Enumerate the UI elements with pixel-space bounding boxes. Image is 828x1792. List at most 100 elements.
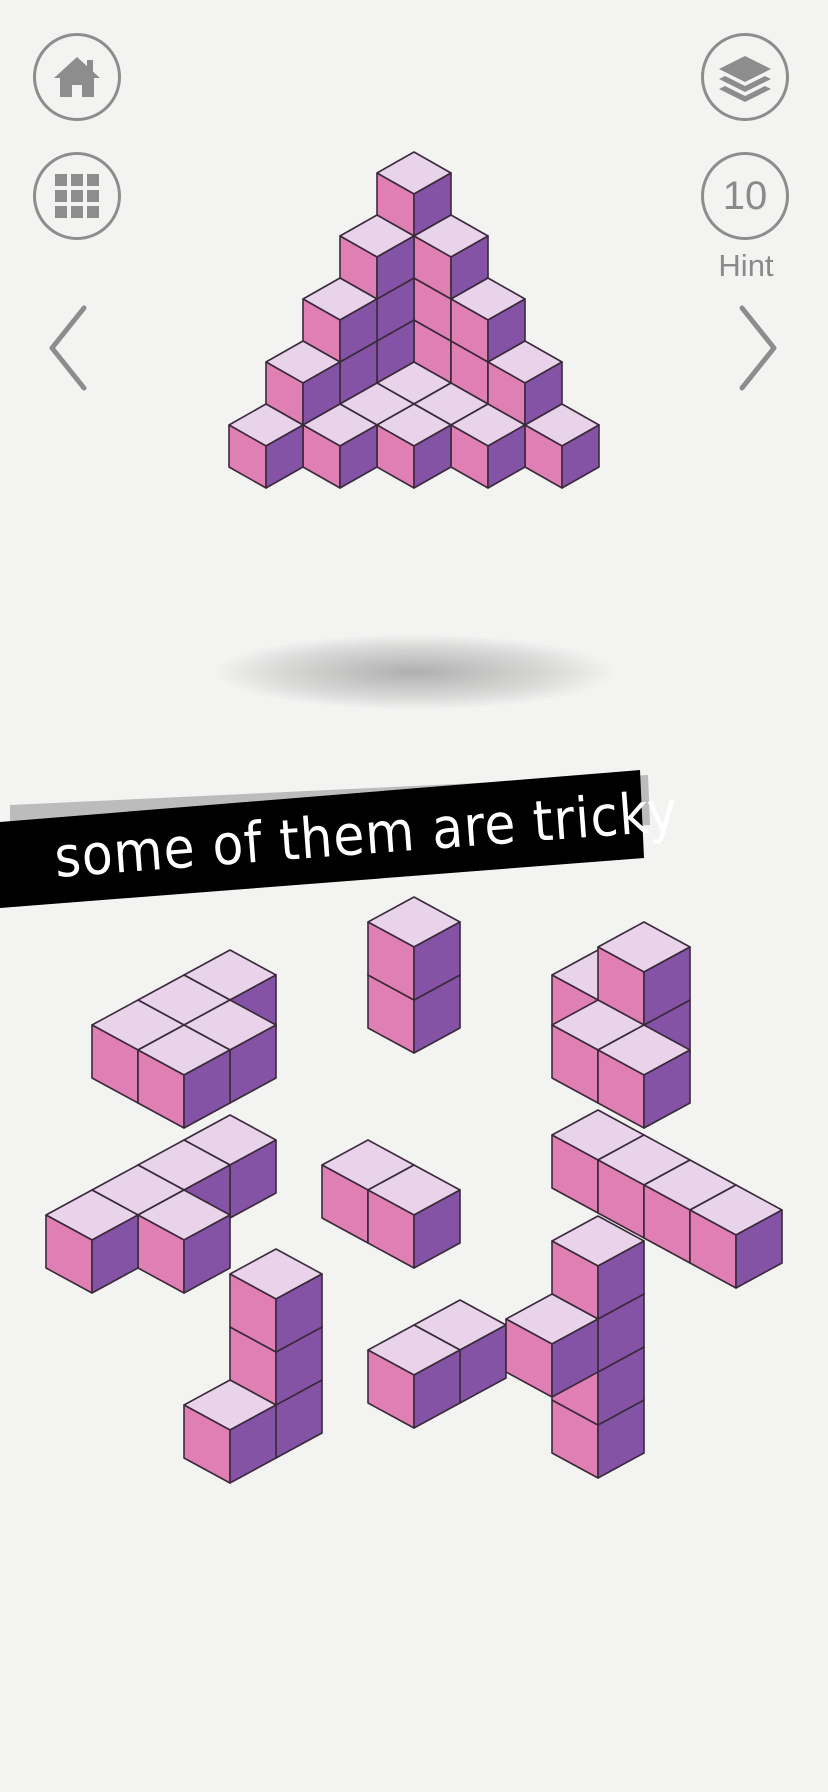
cube-left-face <box>137 1214 185 1294</box>
cube-top-face <box>643 1159 737 1211</box>
cube-left-face <box>450 298 489 363</box>
cube <box>551 1321 645 1426</box>
cube <box>450 403 526 489</box>
cube-right-face <box>551 1318 599 1398</box>
cube-top-face <box>413 298 489 342</box>
cube <box>229 1354 323 1459</box>
previous-level-button[interactable] <box>46 304 90 396</box>
cube-right-face <box>487 382 526 447</box>
cube-left-face <box>505 1318 553 1398</box>
piece-8[interactable] <box>183 1248 323 1484</box>
cube <box>376 361 452 447</box>
cube <box>597 1134 691 1239</box>
hint-count: 10 <box>722 173 768 218</box>
cube-right-face <box>643 1159 691 1239</box>
banner-shadow <box>10 775 650 865</box>
chevron-left-icon <box>49 305 87 391</box>
piece-9[interactable] <box>505 1215 645 1479</box>
hint-button[interactable]: 10 <box>701 152 789 240</box>
cube-left-face <box>551 1293 599 1373</box>
cube-right-face <box>376 277 415 342</box>
next-level-button[interactable] <box>736 304 780 396</box>
cube-top-face <box>450 319 526 363</box>
cube-right-face <box>597 974 645 1054</box>
cube <box>643 1159 737 1264</box>
cube-right-face <box>413 172 452 237</box>
cube-right-face <box>413 214 452 279</box>
cube <box>413 382 489 468</box>
layers-button[interactable] <box>701 33 789 121</box>
cube-left-face <box>183 1139 231 1219</box>
cube-right-face <box>275 1273 323 1353</box>
cube-top-face <box>551 949 645 1001</box>
cube <box>229 1301 323 1406</box>
cube-top-face <box>524 403 600 447</box>
cube-right-face <box>487 424 526 489</box>
cube-left-face <box>183 1024 231 1104</box>
cube-left-face <box>597 946 645 1026</box>
cube-left-face <box>597 1049 645 1129</box>
cube-top-face <box>551 1109 645 1161</box>
cube-left-face <box>91 1024 139 1104</box>
cube <box>487 340 563 426</box>
cube-left-face <box>339 319 378 384</box>
cube <box>302 361 378 447</box>
cube-right-face <box>413 424 452 489</box>
cube-right-face <box>376 235 415 300</box>
cube-right-face <box>183 999 231 1079</box>
cube-left-face <box>302 424 341 489</box>
piece-3[interactable] <box>551 921 691 1129</box>
cube <box>413 214 489 300</box>
cube-left-face <box>137 999 185 1079</box>
cube <box>183 1114 277 1219</box>
cube <box>265 382 341 468</box>
cube <box>302 277 378 363</box>
cube-left-face <box>229 1379 277 1459</box>
cube-right-face <box>413 298 452 363</box>
cube-left-face <box>339 403 378 468</box>
cube-top-face <box>450 277 526 321</box>
cube <box>505 1293 599 1398</box>
cube-top-face <box>487 382 563 426</box>
cube <box>413 298 489 384</box>
cube-left-face <box>524 424 563 489</box>
piece-4[interactable] <box>45 1114 277 1294</box>
cube-top-face <box>367 949 461 1001</box>
cube-top-face <box>551 1321 645 1373</box>
cube <box>597 921 691 1026</box>
chevron-right-icon <box>739 305 777 391</box>
cube <box>339 382 415 468</box>
cube-right-face <box>597 1293 645 1373</box>
cube <box>183 999 277 1104</box>
piece-6[interactable] <box>551 1109 783 1289</box>
level-select-button[interactable] <box>33 152 121 240</box>
cube-left-face <box>487 403 526 468</box>
cube <box>228 403 304 489</box>
cube-left-face <box>229 1326 277 1406</box>
target-pyramid[interactable] <box>228 151 600 489</box>
tip-banner: some of them are tricky <box>0 770 680 908</box>
cube-right-face <box>229 1024 277 1104</box>
cube-top-face <box>376 277 452 321</box>
piece-2[interactable] <box>367 896 461 1054</box>
cube-top-face <box>228 403 304 447</box>
piece-1[interactable] <box>91 949 277 1129</box>
cube-right-face <box>229 1139 277 1219</box>
cube-top-face <box>487 340 563 384</box>
cube-top-face <box>137 1189 231 1241</box>
home-button[interactable] <box>33 33 121 121</box>
cube <box>339 256 415 342</box>
cube-right-face <box>376 319 415 384</box>
layers-icon <box>719 56 771 102</box>
target-shape <box>228 151 600 489</box>
cube <box>302 403 378 489</box>
cube-right-face <box>183 1214 231 1294</box>
cube-top-face <box>302 361 378 405</box>
piece-5[interactable] <box>321 1139 461 1269</box>
cube-right-face <box>413 921 461 1001</box>
cube-top-face <box>229 1248 323 1300</box>
cube-left-face <box>551 1399 599 1479</box>
cube-left-face <box>265 403 304 468</box>
home-icon <box>54 57 100 97</box>
piece-7[interactable] <box>367 1299 507 1429</box>
